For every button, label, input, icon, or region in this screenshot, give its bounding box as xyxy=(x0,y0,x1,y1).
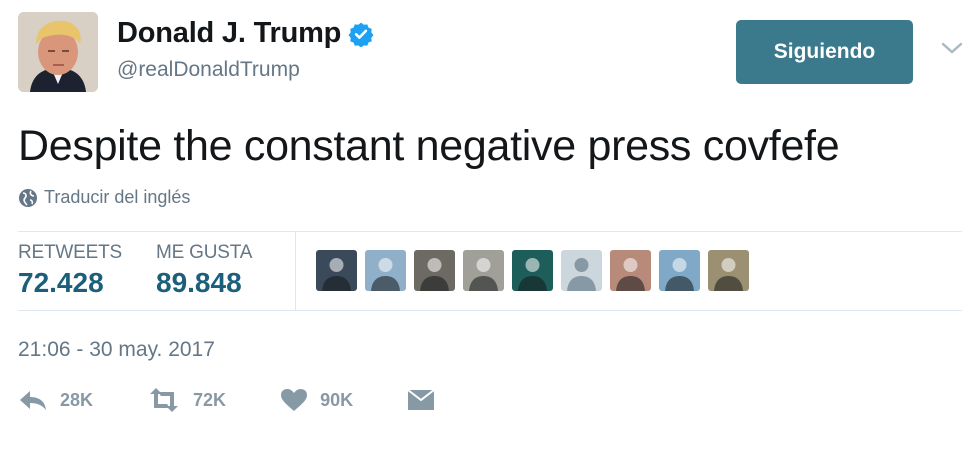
person-with-dog-avatar-icon xyxy=(414,250,455,291)
profile-avatar[interactable] xyxy=(18,12,98,92)
reply-button[interactable]: 28K xyxy=(18,389,93,411)
verified-badge-icon xyxy=(348,22,374,47)
person-outdoors-avatar-icon xyxy=(708,250,749,291)
group-selfie-avatar-icon xyxy=(316,250,357,291)
reply-count: 28K xyxy=(60,389,94,410)
liker-avatar[interactable] xyxy=(463,250,504,291)
liker-avatar[interactable] xyxy=(414,250,455,291)
likes-label: ME GUSTA xyxy=(156,242,253,263)
person-sunset-avatar-icon xyxy=(610,250,651,291)
tweet-header: Donald J. Trump @realDonaldTrump Siguien… xyxy=(0,0,980,100)
retweet-count: 72K xyxy=(193,389,227,410)
white-cat-avatar-icon xyxy=(512,250,553,291)
display-name[interactable]: Donald J. Trump xyxy=(117,17,341,50)
person-sky-avatar-icon xyxy=(659,250,700,291)
liker-avatar[interactable] xyxy=(708,250,749,291)
tweet-timestamp[interactable]: 21:06 - 30 may. 2017 xyxy=(18,338,215,362)
translate-link[interactable]: Traducir del inglés xyxy=(18,187,190,208)
retweet-icon xyxy=(150,388,179,412)
heart-icon xyxy=(281,389,308,411)
cartoon-person-avatar-icon xyxy=(365,250,406,291)
liker-avatar[interactable] xyxy=(610,250,651,291)
envelope-icon xyxy=(407,389,435,410)
like-count: 90K xyxy=(320,389,354,410)
tweet-text: Despite the constant negative press covf… xyxy=(18,122,840,170)
default-egg-avatar-icon xyxy=(561,250,602,291)
profile-photo-icon xyxy=(18,12,98,92)
retweets-stat[interactable]: RETWEETS 72.428 xyxy=(18,242,122,299)
globe-icon xyxy=(19,188,37,207)
liker-avatar[interactable] xyxy=(316,250,357,291)
retweet-button[interactable]: 72K xyxy=(147,388,226,412)
translate-label: Traducir del inglés xyxy=(44,187,191,207)
chevron-down-icon[interactable] xyxy=(940,40,964,56)
like-button[interactable]: 90K xyxy=(280,388,353,412)
direct-message-button[interactable] xyxy=(407,388,435,412)
user-handle[interactable]: @realDonaldTrump xyxy=(117,58,300,82)
divider xyxy=(18,310,962,311)
person-with-pet-avatar-icon xyxy=(463,250,504,291)
liker-avatar[interactable] xyxy=(659,250,700,291)
retweets-label: RETWEETS xyxy=(18,242,122,263)
liker-avatar[interactable] xyxy=(561,250,602,291)
liker-avatar[interactable] xyxy=(365,250,406,291)
retweets-value: 72.428 xyxy=(18,267,104,298)
likers-avatars xyxy=(316,250,757,291)
likes-stat[interactable]: ME GUSTA 89.848 xyxy=(156,242,252,299)
name-line: Donald J. Trump xyxy=(117,17,374,50)
stats-separator xyxy=(295,232,296,310)
following-button[interactable]: Siguiendo xyxy=(736,20,913,84)
likes-value: 89.848 xyxy=(156,267,242,298)
tweet-actions: 28K 72K 90K xyxy=(18,388,489,412)
reply-icon xyxy=(20,391,46,410)
liker-avatar[interactable] xyxy=(512,250,553,291)
tweet-stats: RETWEETS 72.428 ME GUSTA 89.848 xyxy=(18,232,962,310)
